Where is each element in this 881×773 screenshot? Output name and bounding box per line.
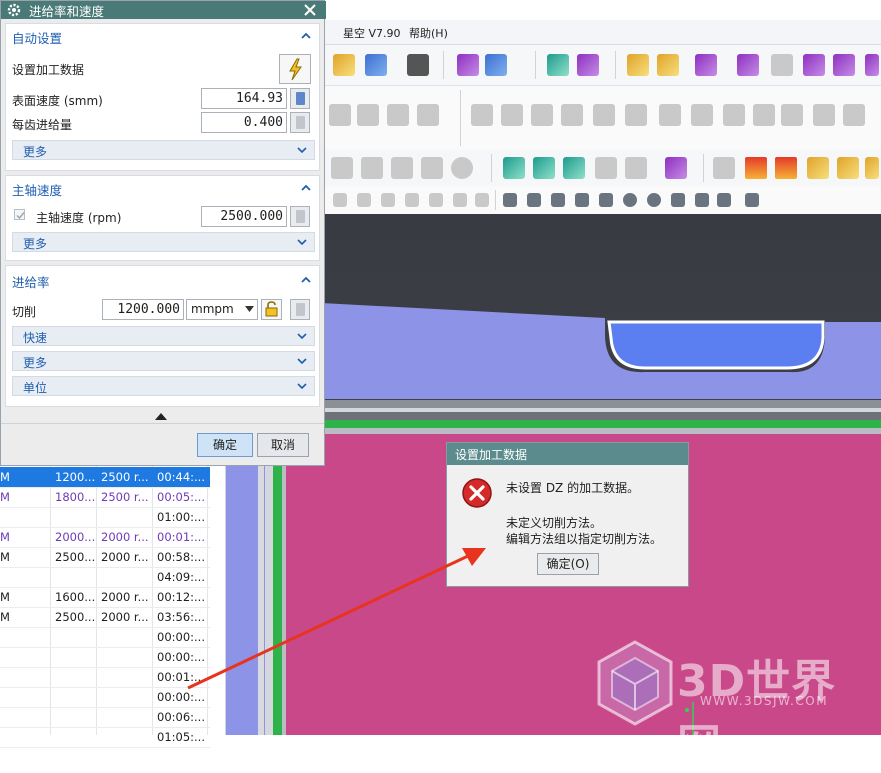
watermark-cube-logo: [597, 640, 673, 726]
watermark-brand: 3D世界网: [677, 656, 837, 771]
annotation-arrow: [187, 548, 486, 690]
watermark-url: WWW.3DSJW.COM: [700, 694, 829, 708]
